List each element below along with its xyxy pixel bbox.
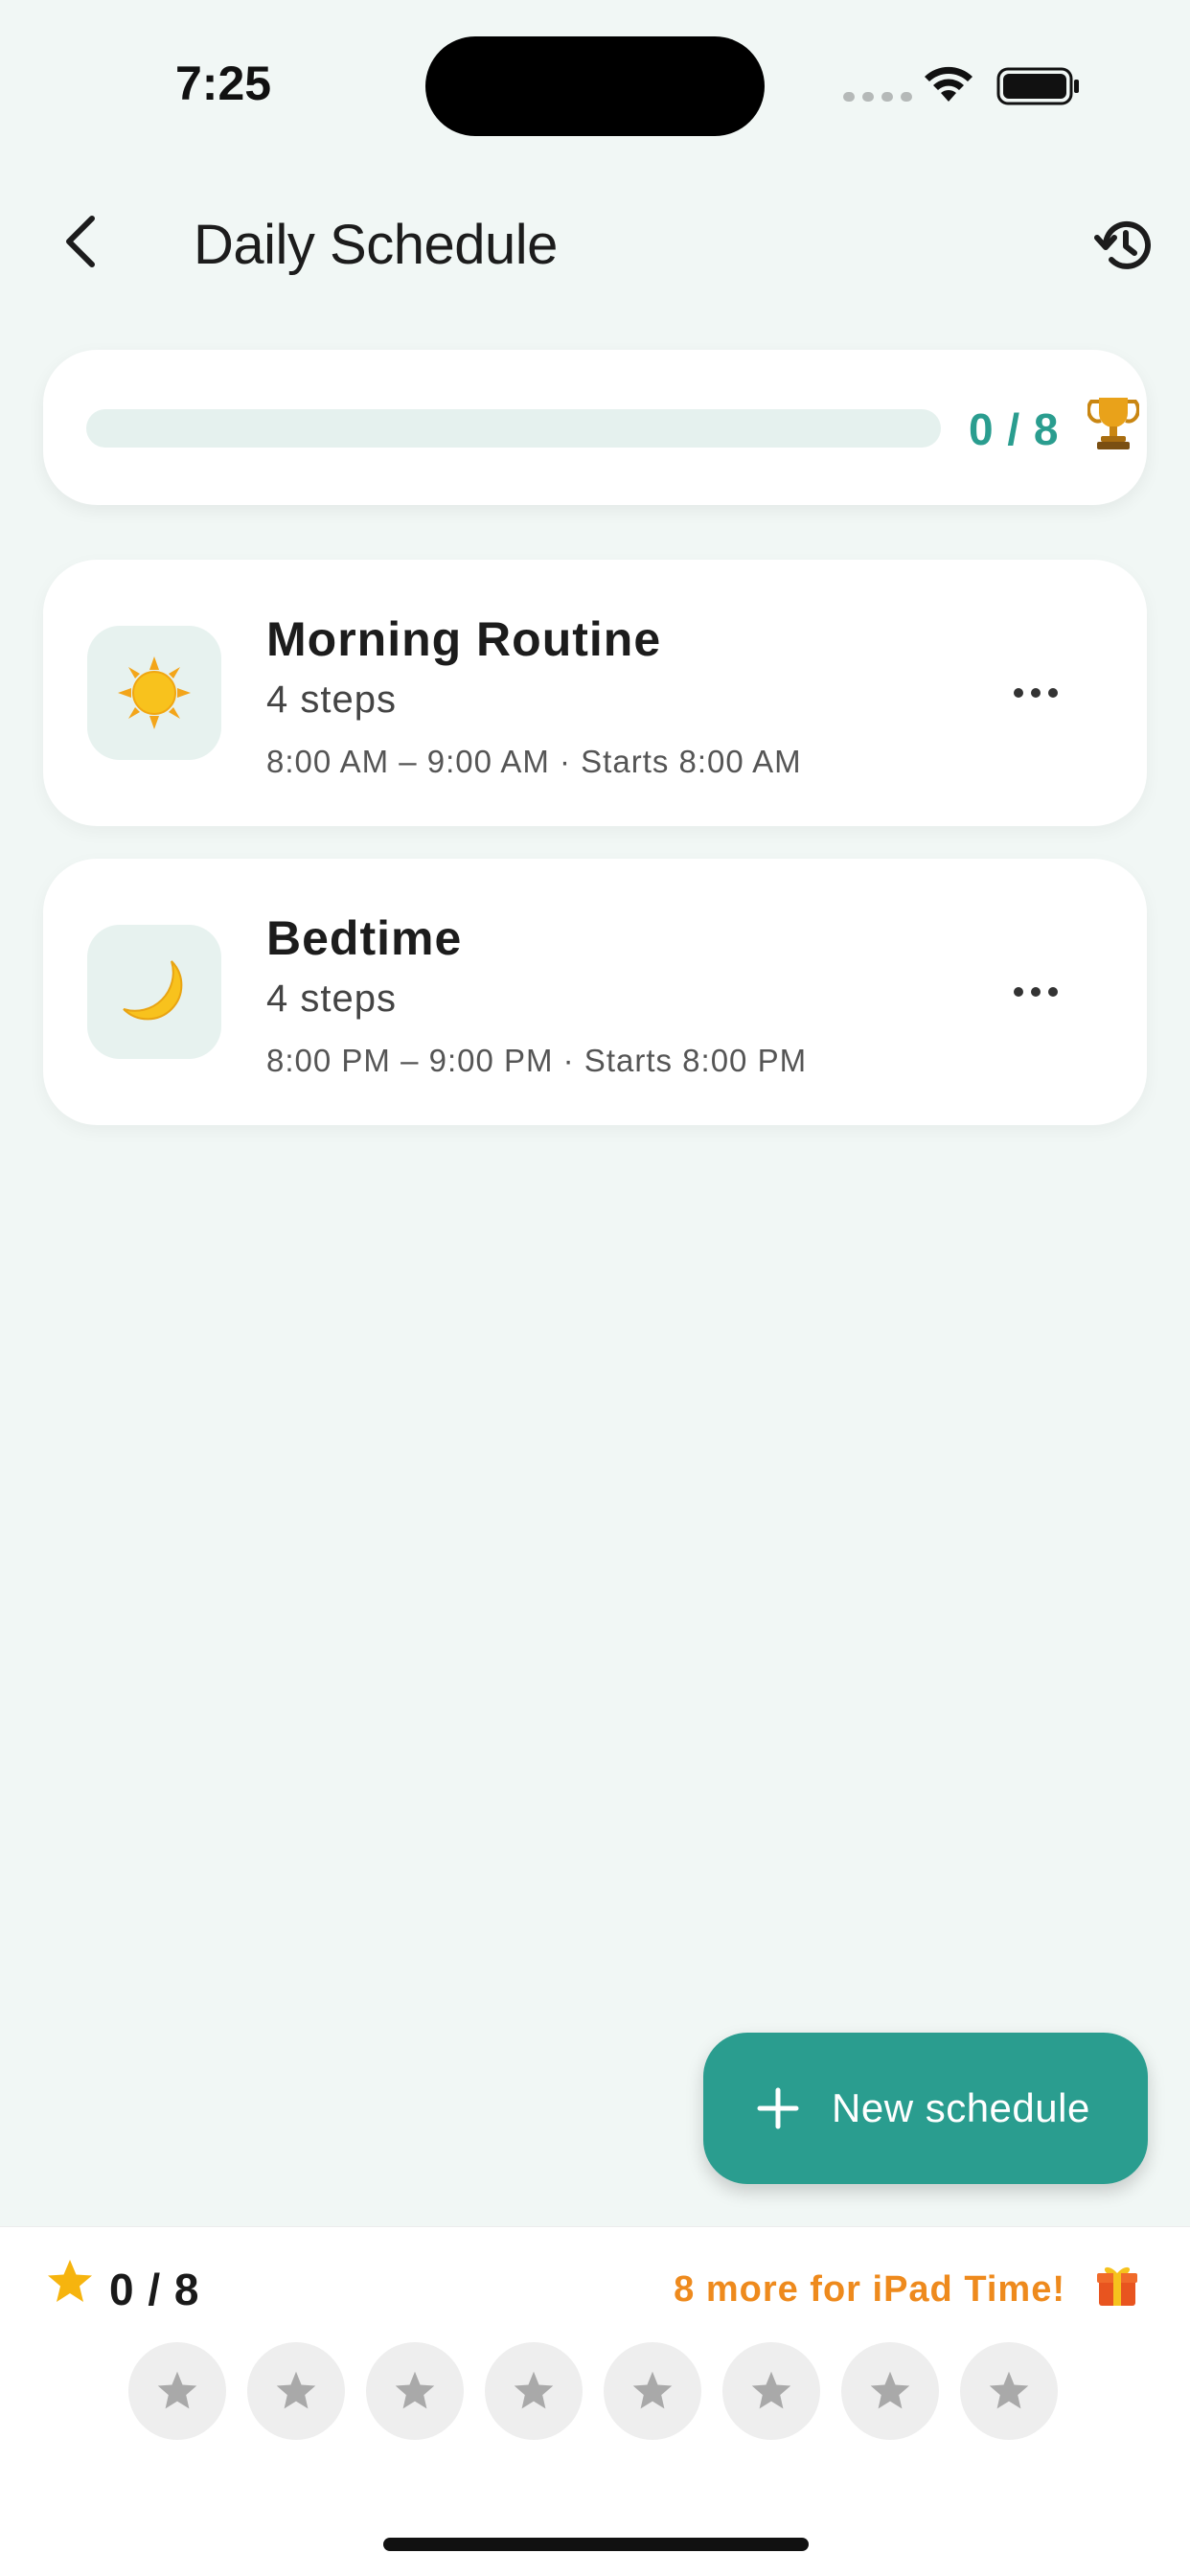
star-icon — [632, 2371, 673, 2409]
schedule-card-morning-routine[interactable]: Morning Routine 4 steps 8:00 AM – 9:00 A… — [43, 560, 1147, 826]
moon-icon — [123, 960, 183, 1021]
schedule-steps: 4 steps — [266, 978, 397, 1020]
new-schedule-button[interactable]: New schedule — [703, 2033, 1148, 2184]
star-icon — [395, 2371, 435, 2409]
history-button[interactable] — [1088, 209, 1161, 282]
reward-star-slot — [366, 2342, 464, 2440]
chevron-left-icon — [66, 216, 95, 267]
reward-star-slot — [960, 2342, 1058, 2440]
more-horizontal-icon — [1014, 688, 1058, 698]
schedule-steps: 4 steps — [266, 678, 397, 721]
star-icon — [48, 2260, 92, 2302]
screen: 7:25 Daily Schedule 0 / 8 Morning Routin… — [0, 0, 1190, 2576]
progress-bar — [86, 409, 941, 448]
reward-star-slot — [485, 2342, 583, 2440]
progress-count: 0 / 8 — [969, 404, 1060, 454]
reward-message: 8 more for iPad Time! — [674, 2269, 1065, 2310]
trophy-icon — [1087, 398, 1139, 449]
reward-count: 0 / 8 — [109, 2265, 200, 2314]
schedule-title: Morning Routine — [266, 612, 662, 666]
battery-icon — [996, 67, 1079, 105]
reward-star-slot — [247, 2342, 345, 2440]
gift-icon — [1097, 2266, 1137, 2306]
schedule-time: 8:00 PM – 9:00 PM · Starts 8:00 PM — [266, 1043, 808, 1078]
page-title: Daily Schedule — [194, 214, 558, 276]
reward-star-slot — [841, 2342, 939, 2440]
rewards-bar: 0 / 8 8 more for iPad Time! — [0, 2226, 1190, 2576]
schedule-icon-box — [87, 626, 221, 760]
plus-icon — [757, 2087, 799, 2129]
history-icon — [1094, 220, 1151, 269]
star-icon — [276, 2371, 316, 2409]
back-button[interactable] — [42, 203, 119, 280]
star-icon — [751, 2371, 791, 2409]
progress-card: 0 / 8 — [43, 350, 1147, 505]
reward-star-slot — [604, 2342, 701, 2440]
home-indicator[interactable] — [383, 2538, 809, 2551]
new-schedule-label: New schedule — [832, 2085, 1090, 2130]
dynamic-island — [425, 36, 765, 136]
sun-icon — [118, 656, 191, 729]
more-horizontal-icon — [1014, 987, 1058, 997]
schedule-icon-box — [87, 925, 221, 1059]
more-options-button[interactable] — [997, 660, 1074, 725]
schedule-time: 8:00 AM – 9:00 AM · Starts 8:00 AM — [266, 744, 802, 779]
status-time: 7:25 — [175, 57, 272, 110]
reward-star-slots — [128, 2342, 1058, 2440]
wifi-icon — [925, 66, 973, 102]
reward-star-slot — [722, 2342, 820, 2440]
star-icon — [514, 2371, 554, 2409]
star-icon — [157, 2371, 197, 2409]
cellular-signal-icon — [843, 92, 912, 102]
star-icon — [870, 2371, 910, 2409]
star-icon — [989, 2371, 1029, 2409]
schedule-title: Bedtime — [266, 911, 463, 965]
more-options-button[interactable] — [997, 959, 1074, 1024]
schedule-card-bedtime[interactable]: Bedtime 4 steps 8:00 PM – 9:00 PM · Star… — [43, 859, 1147, 1125]
reward-star-slot — [128, 2342, 226, 2440]
